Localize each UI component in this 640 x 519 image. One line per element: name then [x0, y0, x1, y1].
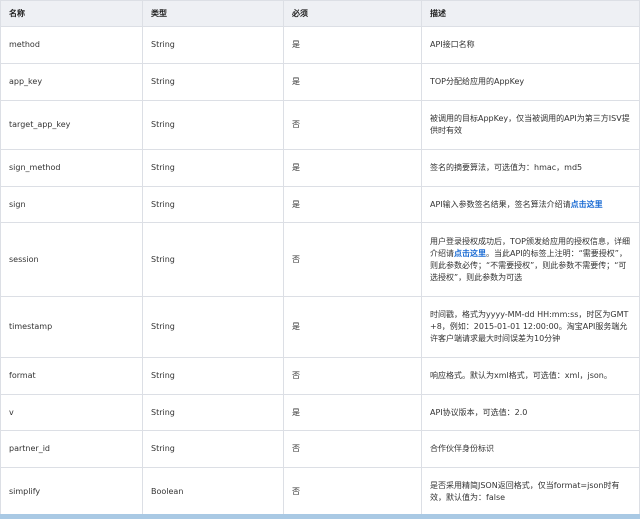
param-desc: 响应格式。默认为xml格式，可选值：xml，json。: [421, 357, 640, 395]
param-name: simplify: [0, 467, 143, 516]
param-type: String: [142, 149, 284, 187]
param-required: 是: [283, 296, 422, 358]
param-desc: 签名的摘要算法，可选值为：hmac，md5: [421, 149, 640, 187]
header-desc: 描述: [421, 0, 640, 27]
param-name: method: [0, 26, 143, 64]
param-type: String: [142, 100, 284, 150]
param-type: String: [142, 222, 284, 297]
header-type: 类型: [142, 0, 284, 27]
param-required: 否: [283, 430, 422, 468]
param-desc: API输入参数签名结果，签名算法介绍请点击这里: [421, 186, 640, 223]
param-name: format: [0, 357, 143, 395]
table-row: simplify Boolean 否 是否采用精简JSON返回格式，仅当form…: [0, 467, 640, 516]
param-desc: 是否采用精简JSON返回格式，仅当format=json时有效，默认值为：fal…: [421, 467, 640, 516]
param-type: String: [142, 26, 284, 64]
param-name: partner_id: [0, 430, 143, 468]
bottom-scroll-bar: [0, 514, 640, 519]
table-row: session String 否 用户登录授权成功后，TOP颁发给应用的授权信息…: [0, 222, 640, 297]
param-name: v: [0, 394, 143, 431]
table-row: method String 是 API接口名称: [0, 26, 640, 64]
param-name: sign_method: [0, 149, 143, 187]
header-name: 名称: [0, 0, 143, 27]
param-required: 是: [283, 26, 422, 64]
table-row: partner_id String 否 合作伙伴身份标识: [0, 430, 640, 468]
param-desc: 被调用的目标AppKey，仅当被调用的API为第三方ISV提供时有效: [421, 100, 640, 150]
table-row: v String 是 API协议版本，可选值：2.0: [0, 394, 640, 431]
param-type: String: [142, 296, 284, 358]
param-required: 是: [283, 63, 422, 101]
api-params-table: 名称 类型 必须 描述 method String 是 API接口名称 app_…: [0, 0, 640, 516]
click-here-link[interactable]: 点击这里: [454, 249, 486, 258]
table-row: sign String 是 API输入参数签名结果，签名算法介绍请点击这里: [0, 186, 640, 223]
param-type: String: [142, 63, 284, 101]
param-required: 是: [283, 149, 422, 187]
param-type: String: [142, 394, 284, 431]
param-type: String: [142, 430, 284, 468]
table-header-row: 名称 类型 必须 描述: [0, 0, 640, 27]
param-type: String: [142, 186, 284, 223]
param-name: target_app_key: [0, 100, 143, 150]
table-row: format String 否 响应格式。默认为xml格式，可选值：xml，js…: [0, 357, 640, 395]
click-here-link[interactable]: 点击这里: [571, 200, 603, 209]
param-required: 是: [283, 394, 422, 431]
param-desc: API接口名称: [421, 26, 640, 64]
param-required: 否: [283, 100, 422, 150]
param-desc: 时间戳，格式为yyyy-MM-dd HH:mm:ss，时区为GMT+8，例如：2…: [421, 296, 640, 358]
table-row: target_app_key String 否 被调用的目标AppKey，仅当被…: [0, 100, 640, 150]
param-desc: API协议版本，可选值：2.0: [421, 394, 640, 431]
param-required: 否: [283, 357, 422, 395]
param-type: Boolean: [142, 467, 284, 516]
param-desc: TOP分配给应用的AppKey: [421, 63, 640, 101]
param-desc: 合作伙伴身份标识: [421, 430, 640, 468]
param-required: 否: [283, 222, 422, 297]
header-required: 必须: [283, 0, 422, 27]
param-desc: 用户登录授权成功后，TOP颁发给应用的授权信息，详细介绍请点击这里。当此API的…: [421, 222, 640, 297]
param-required: 是: [283, 186, 422, 223]
desc-text: API输入参数签名结果，签名算法介绍请: [430, 199, 571, 209]
table-row: app_key String 是 TOP分配给应用的AppKey: [0, 63, 640, 101]
param-name: session: [0, 222, 143, 297]
param-name: timestamp: [0, 296, 143, 358]
param-name: app_key: [0, 63, 143, 101]
param-name: sign: [0, 186, 143, 223]
param-required: 否: [283, 467, 422, 516]
table-row: timestamp String 是 时间戳，格式为yyyy-MM-dd HH:…: [0, 296, 640, 358]
table-row: sign_method String 是 签名的摘要算法，可选值为：hmac，m…: [0, 149, 640, 187]
param-type: String: [142, 357, 284, 395]
